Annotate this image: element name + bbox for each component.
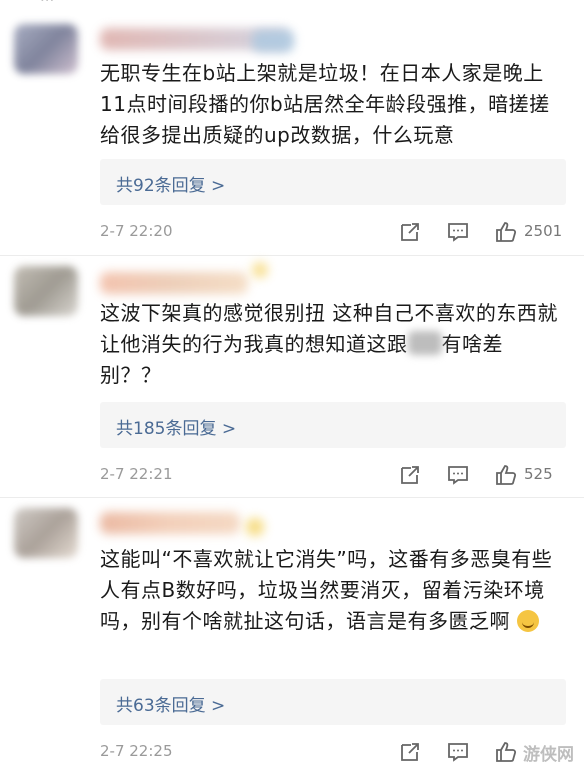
- comment-text: 这能叫“不喜欢就让它消失”吗，这番有多恶臭有些人有点B数好吗，垃圾当然要消灭，留…: [100, 544, 560, 637]
- avatar[interactable]: [14, 508, 78, 558]
- watermark-logo: 游侠网: [523, 745, 574, 765]
- comment-meta-row: 2-7 22:25: [100, 738, 570, 766]
- avatar[interactable]: [14, 266, 78, 316]
- like-icon[interactable]: [494, 463, 518, 487]
- like-count: 525: [524, 465, 553, 483]
- username-blurred[interactable]: [100, 512, 240, 534]
- comment-timestamp: 2-7 22:20: [100, 222, 173, 240]
- like-icon[interactable]: [494, 740, 518, 764]
- reply-count-label: 共63条回复 >: [116, 696, 226, 716]
- reply-summary-button[interactable]: 共92条回复 >: [100, 159, 566, 205]
- comment-text-part: 这能叫“不喜欢就让它消失”吗，这番有多恶臭有些人有点B数好吗，垃圾当然要消灭，留…: [100, 547, 553, 633]
- share-icon[interactable]: [398, 220, 422, 244]
- divider: [0, 255, 584, 256]
- share-icon[interactable]: [398, 463, 422, 487]
- badge-blurred: [246, 518, 264, 536]
- reply-summary-button[interactable]: 共185条回复 >: [100, 402, 566, 448]
- badge-blurred: [252, 262, 268, 278]
- divider: [0, 497, 584, 498]
- top-cutoff-row: ···: [0, 0, 584, 14]
- comment-timestamp: 2-7 22:25: [100, 742, 173, 760]
- badge-blurred: [252, 30, 294, 52]
- censored-word: [407, 331, 442, 355]
- reply-count-label: 共92条回复 >: [116, 176, 226, 196]
- reply-count-label: 共185条回复 >: [116, 419, 237, 439]
- comment-meta-row: 2-7 22:21 525: [100, 461, 570, 489]
- reply-summary-button[interactable]: 共63条回复 >: [100, 679, 566, 725]
- username-blurred[interactable]: [100, 272, 248, 294]
- comment-icon[interactable]: [446, 220, 470, 244]
- comment-text: 这波下架真的感觉很别扭 这种自己不喜欢的东西就让他消失的行为我真的想知道这跟 有啥…: [100, 298, 560, 391]
- comment-timestamp: 2-7 22:21: [100, 465, 173, 483]
- avatar[interactable]: [14, 24, 78, 74]
- grimace-emoji-icon: [516, 610, 539, 632]
- top-cutoff-text: ···: [40, 0, 55, 9]
- comment-icon[interactable]: [446, 463, 470, 487]
- share-icon[interactable]: [398, 740, 422, 764]
- like-count: 2501: [524, 222, 563, 240]
- comment-text: 无职专生在b站上架就是垃圾！在日本人家是晚上11点时间段播的你b站居然全年龄段强…: [100, 61, 550, 147]
- comment-icon[interactable]: [446, 740, 470, 764]
- like-icon[interactable]: [494, 220, 518, 244]
- comment-meta-row: 2-7 22:20 2501: [100, 218, 570, 246]
